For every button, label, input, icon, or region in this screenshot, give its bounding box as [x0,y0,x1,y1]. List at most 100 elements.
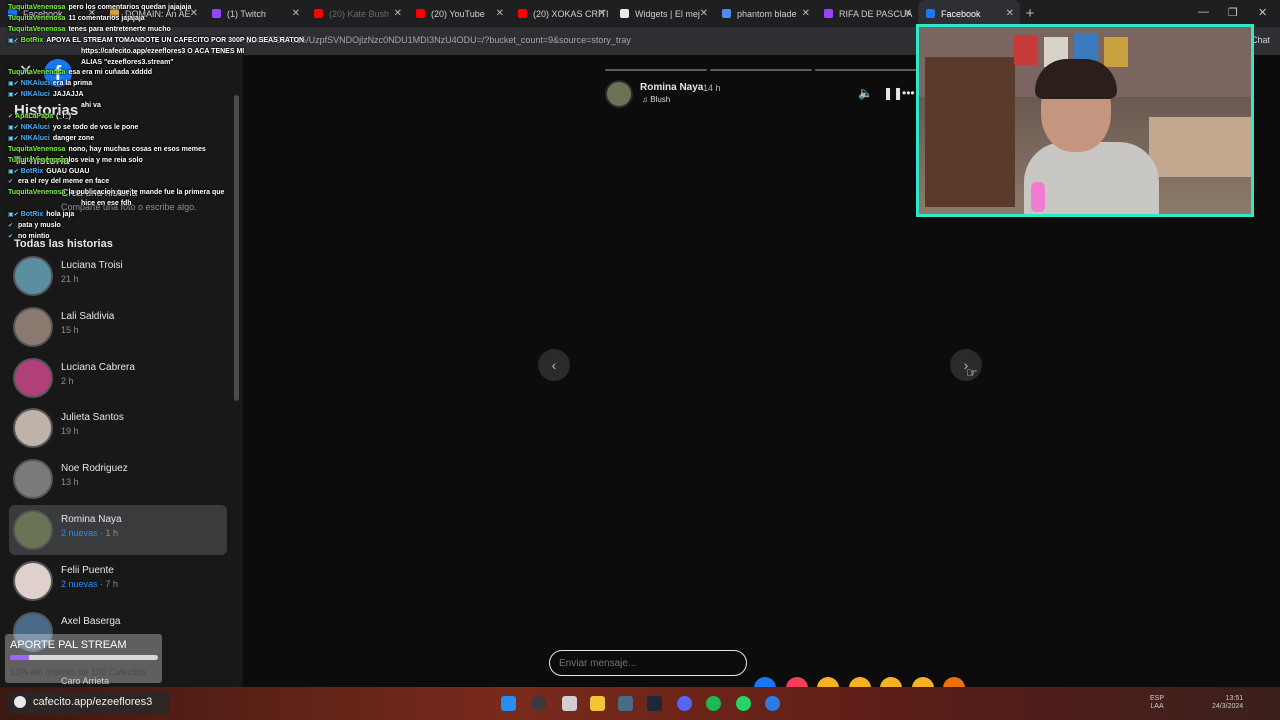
cafecito-widget[interactable]: cafecito.app/ezeeflores3 [8,691,169,714]
story-item[interactable]: Noe Rodriguez 13 h [9,454,227,504]
story-time: 1 h [105,528,119,538]
chat-badge: ▣✔ [8,81,19,88]
cam-poster [1014,35,1038,65]
browser-tab[interactable]: (20) XOKAS CRITI ✕ [510,0,612,27]
chat-message: ▣✔ NIKAluci yo se todo de vos le pone [8,123,138,133]
language-indicator[interactable]: ESP LAA [1150,695,1164,711]
story-time: 14 h [703,83,721,93]
chat-text: tenes para entretenerte mucho [68,25,171,33]
search-icon[interactable] [531,696,546,711]
browser-tab[interactable]: Facebook ✕ [918,0,1020,27]
chat-text: ahi va [81,102,101,110]
webcam-overlay [916,24,1254,217]
chat-message: ▣✔ NIKAluci JAJAJJA [8,90,84,100]
lang-bottom: LAA [1150,703,1164,710]
story-new-count: 2 nuevas [61,578,98,589]
tab-favicon-icon [620,9,629,18]
cam-poster [1104,37,1128,67]
story-meta: 21 h [61,274,79,284]
vpn-icon[interactable] [765,696,780,711]
browser-icon[interactable] [618,696,633,711]
story-music-label[interactable]: ♫ Blush [642,95,670,104]
chat-text: la publicacion que te mande fue la prime… [68,189,225,197]
donation-widget: APORTE PAL STREAM 13% del objetivo de 10… [5,634,162,683]
task-view-icon[interactable] [562,696,577,711]
story-time: 15 h [61,324,79,335]
chat-text: 11 comentarios jajajaja [68,14,145,22]
chat-message: hice en ese fdh [78,199,132,208]
story-item[interactable]: Luciana Cabrera 2 h [9,353,227,403]
pause-icon[interactable]: ❚❚ [883,86,903,100]
new-tab-button[interactable]: + [1020,5,1040,22]
chat-message: ✔ ApaLaPapa (_!_) [8,112,71,122]
system-clock[interactable]: 13:51 24/3/2024 [1212,695,1243,711]
story-item[interactable]: Romina Naya 2 nuevas · 1 h [9,505,227,555]
donation-progress-fill [10,655,30,660]
story-author-avatar[interactable] [605,80,633,108]
tab-favicon-icon [416,9,425,18]
whatsapp-icon[interactable] [736,696,751,711]
chat-text: esa era mi cuñada xdddd [68,69,153,77]
story-author-name[interactable]: Romina Naya [640,82,703,93]
chat-username: BotRix [20,211,44,219]
cafecito-icon [14,696,26,708]
story-item[interactable]: Luciana Troisi 21 h [9,251,227,301]
start-icon[interactable] [501,696,516,711]
sidebar-scrollbar[interactable] [234,95,239,401]
chat-message: TuquitaVenenosa nono, hay muchas cosas en… [8,145,206,154]
chat-username: ApaLaPapa [15,113,54,120]
story-name: Julieta Santos [61,412,124,424]
browser-tab[interactable]: RIFA DE PASCUA ✕ [816,0,918,27]
story-time: 7 h [105,578,119,589]
story-item[interactable]: Lali Saldivia 15 h [9,302,227,352]
donation-title: APORTE PAL STREAM [10,639,127,651]
close-window-button[interactable]: ✕ [1258,6,1267,19]
browser-tab[interactable]: (20) YouTube ✕ [408,0,510,27]
maximize-button[interactable]: ❐ [1228,6,1238,19]
story-time: 21 h [61,274,79,284]
browser-tab[interactable]: (20) Kate Bush ✕ [306,0,408,27]
chat-text: hola jaja [46,211,75,219]
chat-username: NIKAluci [20,123,50,131]
browser-tab-bar: Facebook ✕ DOMAIN: An AE ✕ (1) Twitch ✕ (20) K… [0,0,1280,27]
story-meta: 2 nuevas · 1 h [61,528,118,538]
story-item[interactable]: Julieta Santos 19 h [9,403,227,453]
tab-close-icon[interactable]: ✕ [598,8,606,19]
steam-icon[interactable] [647,696,662,711]
story-name: Noe Rodriguez [61,463,128,475]
chat-text: GUAU GUAU [46,167,90,175]
chat-badge: ▣✔ [8,135,19,142]
minimize-button[interactable]: — [1198,6,1209,18]
chat-text: pero los comentarios quedan jajajaja [68,4,192,11]
chat-text: hice en ese fdh [81,200,132,208]
browser-tab[interactable]: Widgets | El mej ✕ [612,0,714,27]
tab-close-icon[interactable]: ✕ [1006,8,1014,19]
chat-message: TuquitaVenenosa los veia y me reia solo [8,156,143,165]
browser-tab[interactable]: phantom blade ✕ [714,0,816,27]
browser-tab[interactable]: (1) Twitch ✕ [204,0,306,27]
story-name: Axel Baserga [61,615,121,627]
tab-label: (20) Kate Bush [329,8,390,19]
discord-icon[interactable] [677,696,692,711]
chat-message: TuquitaVenenosa tenes para entretenerte m… [8,25,171,34]
chat-badge: ▣✔ [8,212,19,219]
previous-story-button[interactable]: ‹ [538,349,570,381]
tab-close-icon[interactable]: ✕ [496,8,504,19]
tab-close-icon[interactable]: ✕ [700,8,708,19]
story-new-count: 2 nuevas [61,528,98,538]
more-options-icon[interactable]: ••• [902,86,915,100]
story-item[interactable]: Felii Puente 2 nuevas · 7 h [9,556,227,606]
story-avatar [13,306,53,347]
message-input[interactable] [549,650,747,676]
tab-close-icon[interactable]: ✕ [904,8,912,19]
cam-bed [1149,117,1251,177]
tab-close-icon[interactable]: ✕ [292,8,300,19]
spotify-icon[interactable] [706,696,721,711]
story-name: Luciana Troisi [61,260,123,271]
file-explorer-icon[interactable] [590,696,605,711]
tab-close-icon[interactable]: ✕ [394,8,402,19]
tab-close-icon[interactable]: ✕ [802,8,810,19]
chat-message: ▣✔ BotRix GUAU GUAU [8,167,89,177]
mute-icon[interactable]: 🔈 [858,86,873,100]
chat-message: ✔ no mintio [8,232,50,242]
